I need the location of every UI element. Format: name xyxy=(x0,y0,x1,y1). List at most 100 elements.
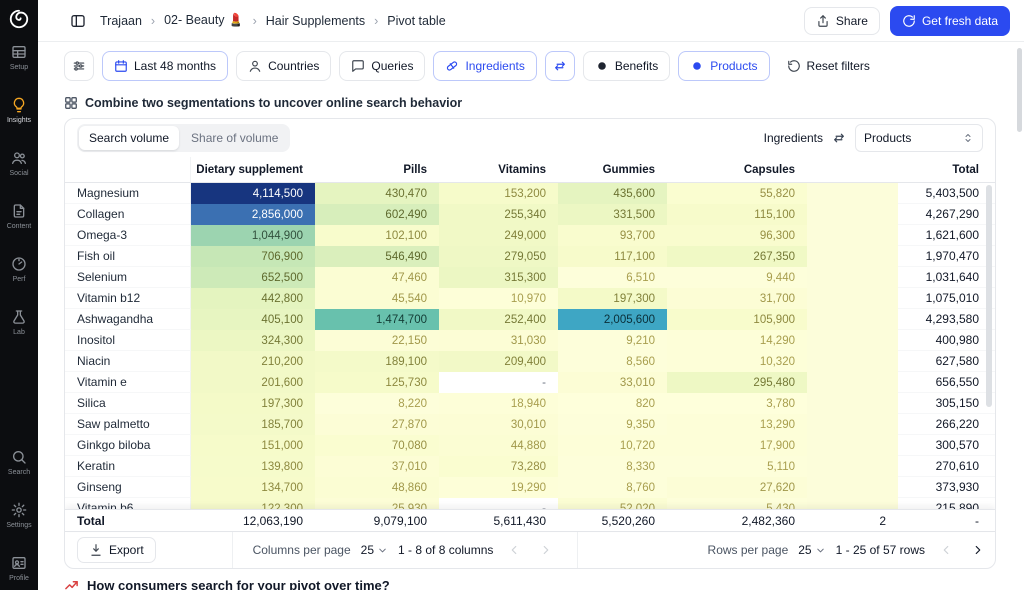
breadcrumb-item-page[interactable]: Pivot table xyxy=(387,14,445,28)
products-label: Products xyxy=(710,59,758,73)
value-cell: 37,010 xyxy=(315,456,439,477)
value-cell xyxy=(807,246,898,267)
benefits-label: Benefits xyxy=(614,59,659,73)
sidebar-item-perf[interactable]: Perf xyxy=(0,256,38,283)
value-cell: 295,480 xyxy=(667,372,807,393)
columns-per-page-value: 25 xyxy=(360,543,375,557)
dimension-controls: Ingredients Products xyxy=(764,124,983,152)
countries-label: Countries xyxy=(268,59,320,73)
chevron-up-down-icon xyxy=(962,132,974,144)
value-cell: 210,200 xyxy=(191,351,315,372)
refresh-icon xyxy=(902,14,916,28)
value-cell: 9,210 xyxy=(558,330,667,351)
total-cell: 2 xyxy=(879,513,886,528)
row-total-cell: 5,403,500 xyxy=(898,183,995,204)
ingredients-filter-button[interactable]: Ingredients xyxy=(433,51,537,81)
value-cell: 10,720 xyxy=(558,435,667,456)
sidebar-item-label: Search xyxy=(7,469,31,476)
value-cell xyxy=(807,456,898,477)
column-dimension-select[interactable]: Products xyxy=(855,124,983,152)
row-total-cell: 373,930 xyxy=(898,477,995,498)
row-label: Silica xyxy=(65,393,191,414)
products-filter-button[interactable]: Products xyxy=(678,51,770,81)
reset-icon xyxy=(787,59,801,73)
columns-range-text: 1 - 8 of 8 columns xyxy=(398,543,494,557)
chevron-right-icon xyxy=(971,543,985,557)
user-icon xyxy=(248,59,262,73)
breadcrumb-item-study[interactable]: Hair Supplements xyxy=(266,14,365,28)
value-cell: 96,300 xyxy=(667,225,807,246)
chevron-down-icon xyxy=(815,545,826,556)
value-cell: 14,290 xyxy=(667,330,807,351)
row-total-cell: 1,621,600 xyxy=(898,225,995,246)
view-settings-button[interactable] xyxy=(64,51,94,81)
pagination-bar: Export Columns per page 25 1 - 8 of 8 co… xyxy=(65,531,995,568)
value-cell: 185,700 xyxy=(191,414,315,435)
sidebar-item-search[interactable]: Search xyxy=(0,449,38,476)
pivot-header-row: Dietary supplement Pills Vitamins Gummies Ca… xyxy=(65,157,995,183)
column-dimension-value: Products xyxy=(864,131,912,145)
page-scrollbar-thumb[interactable] xyxy=(1017,48,1022,132)
table-row: Fish oil 706,900 546,490 279,050 117,100 267,… xyxy=(65,246,995,267)
value-cell: 252,400 xyxy=(439,309,558,330)
pagination-columns-section: Columns per page 25 1 - 8 of 8 columns xyxy=(233,532,578,568)
rows-per-page-select[interactable]: 25 xyxy=(798,543,825,557)
value-cell: 22,150 xyxy=(315,330,439,351)
tab-share-of-volume[interactable]: Share of volume xyxy=(181,126,288,150)
reset-filters-button[interactable]: Reset filters xyxy=(777,51,879,81)
row-label: Fish oil xyxy=(65,246,191,267)
get-fresh-data-button[interactable]: Get fresh data xyxy=(889,5,1010,36)
value-cell: 546,490 xyxy=(315,246,439,267)
download-icon xyxy=(89,543,103,557)
next-section-heading: How consumers search for your pivot over… xyxy=(64,578,1010,590)
columns-per-page-select[interactable]: 25 xyxy=(361,543,388,557)
date-range-filter-button[interactable]: Last 48 months xyxy=(102,51,229,81)
total-cell: 9,079,100 xyxy=(373,513,427,528)
sidebar-item-insights[interactable]: Insights xyxy=(0,97,38,124)
rows-per-page-value: 25 xyxy=(798,543,812,557)
sidebar-item-social[interactable]: Social xyxy=(0,150,38,177)
sidebar-item-setup[interactable]: Setup xyxy=(0,44,38,71)
value-cell: 17,900 xyxy=(667,435,807,456)
filled-dot-icon xyxy=(595,59,609,73)
rows-next-button[interactable] xyxy=(967,539,989,561)
value-cell: 10,970 xyxy=(439,288,558,309)
table-icon xyxy=(11,44,27,60)
benefits-filter-button[interactable]: Benefits xyxy=(582,51,671,81)
chart-increasing-icon xyxy=(64,578,79,590)
queries-label: Queries xyxy=(371,59,414,73)
table-row: Omega-3 1,044,900 102,100 249,000 93,700 96,3… xyxy=(65,225,995,246)
sidebar-item-profile[interactable]: Profile xyxy=(0,555,38,582)
countries-filter-button[interactable]: Countries xyxy=(236,51,332,81)
value-cell xyxy=(807,435,898,456)
row-label-header xyxy=(65,157,191,182)
flask-icon xyxy=(11,309,27,325)
trajaan-logo-icon[interactable] xyxy=(8,8,30,30)
row-total-cell: 305,150 xyxy=(898,393,995,414)
total-cell: 12,063,190 xyxy=(242,513,303,528)
breadcrumb-item-project[interactable]: 02- Beauty 💄 xyxy=(164,13,244,28)
value-cell: 151,000 xyxy=(191,435,315,456)
ingredients-link-button[interactable] xyxy=(544,51,575,81)
value-cell: 48,860 xyxy=(315,477,439,498)
sidebar-item-settings[interactable]: Settings xyxy=(0,502,38,529)
sidebar-item-lab[interactable]: Lab xyxy=(0,309,38,336)
row-label: Keratin xyxy=(65,456,191,477)
value-cell: 201,600 xyxy=(191,372,315,393)
breadcrumb-item-workspace[interactable]: Trajaan xyxy=(100,14,142,28)
sidebar-item-label: Profile xyxy=(9,575,29,582)
total-cell: 5,611,430 xyxy=(493,513,547,528)
swap-dimensions-button[interactable] xyxy=(832,131,846,145)
value-cell: 1,044,900 xyxy=(191,225,315,246)
share-button[interactable]: Share xyxy=(803,6,880,35)
sidebar-item-content[interactable]: Content xyxy=(0,203,38,230)
table-row: Selenium 652,500 47,460 315,300 6,510 9,440 1,… xyxy=(65,267,995,288)
table-scrollbar-thumb[interactable] xyxy=(986,185,992,407)
reset-filters-label: Reset filters xyxy=(806,59,870,73)
queries-filter-button[interactable]: Queries xyxy=(339,51,426,81)
value-cell xyxy=(807,351,898,372)
value-cell: 9,350 xyxy=(558,414,667,435)
tab-search-volume[interactable]: Search volume xyxy=(79,126,180,150)
export-button[interactable]: Export xyxy=(77,537,156,563)
sidebar-toggle-button[interactable] xyxy=(66,9,90,33)
